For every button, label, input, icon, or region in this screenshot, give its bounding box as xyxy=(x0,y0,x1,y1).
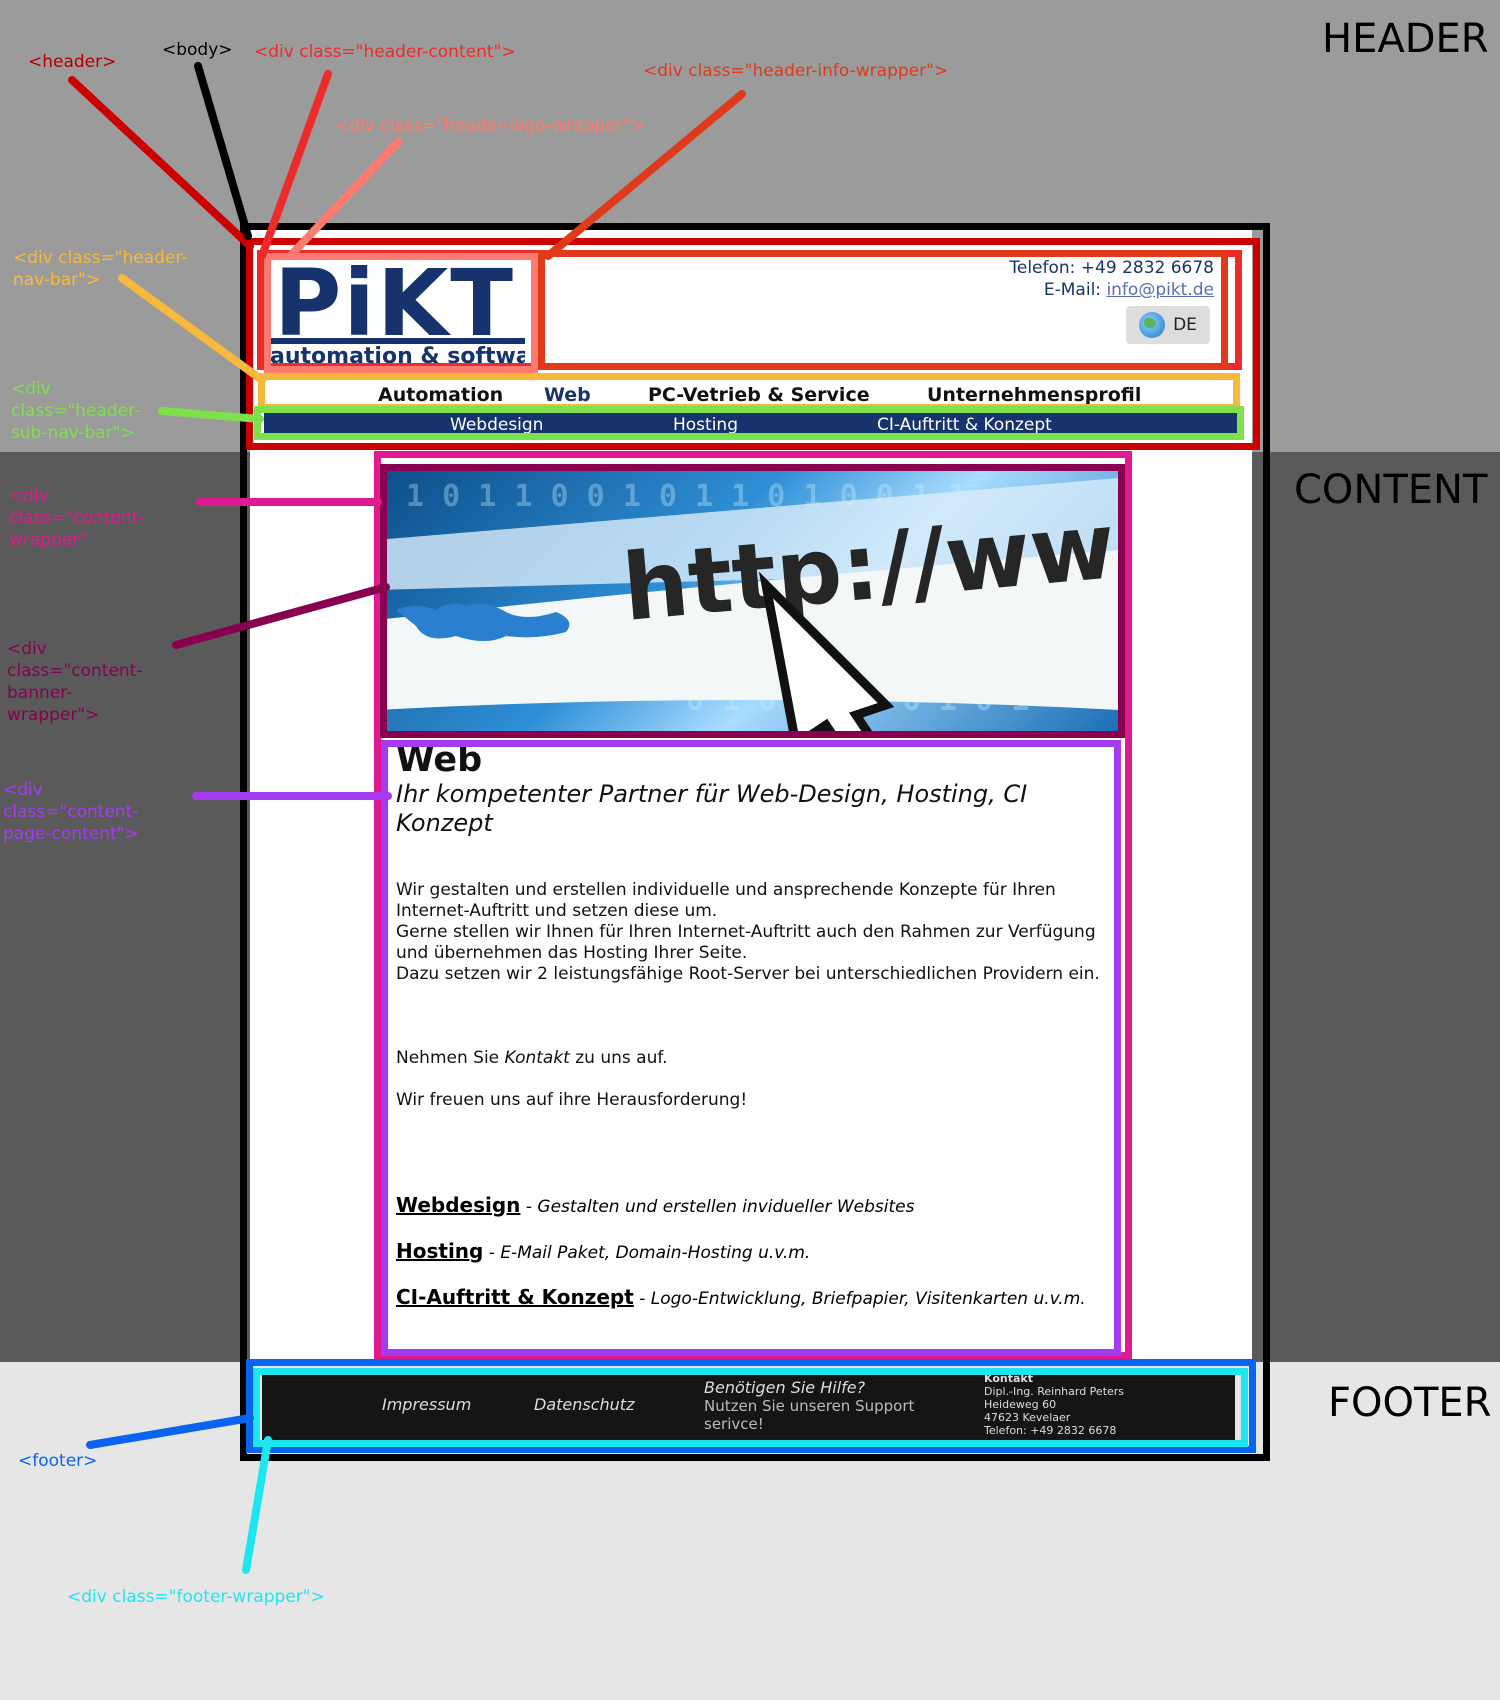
leader-line-footer-wrapper xyxy=(242,1436,272,1574)
leader-line-body xyxy=(194,62,252,240)
leader-line-header-nav-bar xyxy=(118,274,266,384)
label-footer-wrapper: <div class="footer-wrapper"> xyxy=(67,1587,325,1607)
annotation-leader-lines xyxy=(68,62,746,1574)
leader-line-content-banner-wrapper xyxy=(172,583,390,649)
leader-line-header-sub-nav-bar xyxy=(158,407,264,423)
leader-line-header-logo-wrapper xyxy=(286,138,402,260)
label-header-logo-wrapper: <div class="header-logo-wrapper"> xyxy=(335,116,645,136)
label-header-nav-bar: <div class="header-nav-bar"> xyxy=(13,248,188,290)
label-header-sub-nav-bar: <div class="header-sub-nav-bar"> xyxy=(11,379,141,443)
label-body: <body> xyxy=(162,40,233,60)
label-content-banner-wrapper: <div class="content-banner-wrapper"> xyxy=(7,639,143,725)
leader-line-footer xyxy=(86,1414,254,1449)
label-content-page-content: <div class="content-page-content"> xyxy=(3,780,139,844)
label-content-wrapper: <div class="content-wrapper" xyxy=(9,486,145,550)
label-header-info-wrapper: <div class="header-info-wrapper"> xyxy=(643,61,949,81)
label-header-content: <div class="header-content"> xyxy=(254,42,516,62)
label-footer: <footer> xyxy=(18,1451,98,1471)
label-header: <header> xyxy=(28,52,117,72)
